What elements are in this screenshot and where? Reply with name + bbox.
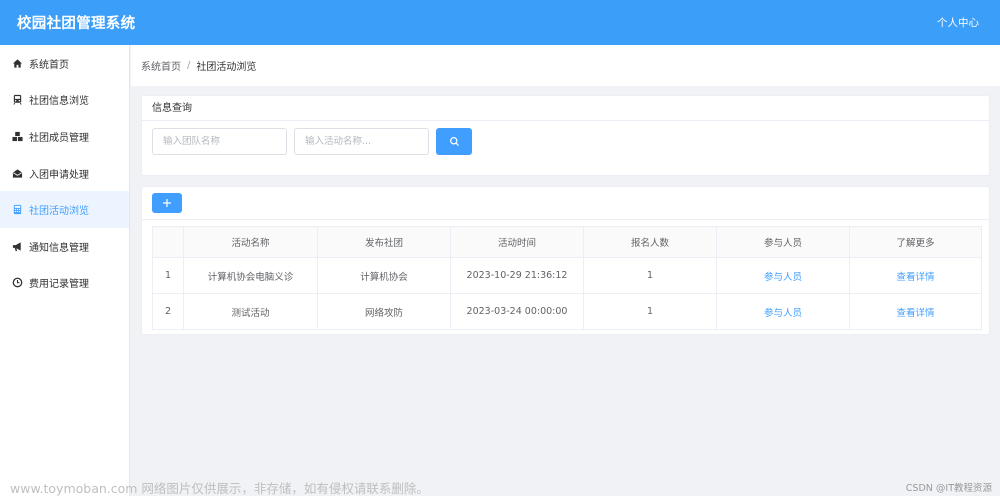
breadcrumb-current: 社团活动浏览 xyxy=(196,62,257,73)
cell-club: 网络攻防 xyxy=(317,293,451,330)
search-panel-title: 信息查询 xyxy=(142,96,989,121)
team-name-input[interactable] xyxy=(152,128,287,155)
sidebar-item-activities[interactable]: 社团活动浏览 xyxy=(0,191,129,228)
cell-activity-name: 测试活动 xyxy=(183,293,318,330)
col-header-activity-name: 活动名称 xyxy=(183,226,318,258)
sidebar: 系统首页 社团信息浏览 社团成员管理 入团申请处理 社团活动浏览 通知信息管理 xyxy=(0,45,130,496)
cell-time: 2023-10-29 21:36:12 xyxy=(450,257,584,294)
col-header-participants: 参与人员 xyxy=(716,226,850,258)
table-panel: 活动名称 发布社团 活动时间 报名人数 参与人员 了解更多 1 计算机协会电脑义… xyxy=(141,186,990,335)
breadcrumb-home[interactable]: 系统首页 xyxy=(141,58,181,73)
breadcrumb-separator: / xyxy=(187,60,191,71)
view-details-link[interactable]: 查看详情 xyxy=(896,308,934,319)
clock-icon xyxy=(12,277,23,288)
watermark-right: CSDN @IT教程资源 xyxy=(905,483,992,494)
breadcrumb: 系统首页 / 社团活动浏览 xyxy=(131,45,1000,86)
activity-name-input[interactable] xyxy=(294,128,429,155)
view-details-link[interactable]: 查看详情 xyxy=(896,272,934,283)
participants-link[interactable]: 参与人员 xyxy=(764,272,802,283)
sidebar-item-label: 系统首页 xyxy=(29,59,69,71)
search-button[interactable] xyxy=(436,128,472,155)
watermark-left: www.toymoban.com 网络图片仅供展示，非存储，如有侵权请联系删除。 xyxy=(10,481,429,496)
cubes-icon xyxy=(12,131,23,142)
sidebar-item-label: 社团活动浏览 xyxy=(29,206,89,218)
col-header-index xyxy=(152,226,184,258)
col-header-signup-count: 报名人数 xyxy=(583,226,717,258)
table-header-row: 活动名称 发布社团 活动时间 报名人数 参与人员 了解更多 xyxy=(152,226,982,258)
cell-index: 2 xyxy=(152,293,184,330)
sidebar-item-members[interactable]: 社团成员管理 xyxy=(0,118,129,155)
sidebar-item-label: 入团申请处理 xyxy=(29,169,89,181)
home-icon xyxy=(12,58,23,69)
sidebar-item-notices[interactable]: 通知信息管理 xyxy=(0,228,129,265)
col-header-time: 活动时间 xyxy=(450,226,584,258)
sidebar-item-label: 社团信息浏览 xyxy=(29,96,89,108)
cell-activity-name: 计算机协会电脑义诊 xyxy=(183,257,318,294)
bullhorn-icon xyxy=(12,241,23,252)
sidebar-item-home[interactable]: 系统首页 xyxy=(0,45,129,82)
sidebar-item-label: 社团成员管理 xyxy=(29,132,89,144)
participants-link[interactable]: 参与人员 xyxy=(764,308,802,319)
table-row: 1 计算机协会电脑义诊 计算机协会 2023-10-29 21:36:12 1 … xyxy=(152,257,982,294)
sidebar-item-label: 费用记录管理 xyxy=(29,279,89,291)
cell-index: 1 xyxy=(152,257,184,294)
plus-icon xyxy=(163,199,171,207)
sidebar-item-expenses[interactable]: 费用记录管理 xyxy=(0,265,129,302)
cell-signup-count: 1 xyxy=(583,293,717,330)
search-row xyxy=(142,121,989,155)
table-toolbar xyxy=(142,187,989,220)
sidebar-item-applications[interactable]: 入团申请处理 xyxy=(0,155,129,192)
table-row: 2 测试活动 网络攻防 2023-03-24 00:00:00 1 参与人员 查… xyxy=(152,293,982,330)
app-title: 校园社团管理系统 xyxy=(17,16,136,32)
cell-signup-count: 1 xyxy=(583,257,717,294)
cell-time: 2023-03-24 00:00:00 xyxy=(450,293,584,330)
user-center-link[interactable]: 个人中心 xyxy=(937,15,979,30)
sidebar-item-club-info[interactable]: 社团信息浏览 xyxy=(0,82,129,119)
add-button[interactable] xyxy=(152,193,182,213)
col-header-details: 了解更多 xyxy=(849,226,982,258)
sidebar-item-label: 通知信息管理 xyxy=(29,242,89,254)
train-icon xyxy=(12,94,23,106)
col-header-club: 发布社团 xyxy=(317,226,451,258)
cell-club: 计算机协会 xyxy=(317,257,451,294)
app-header: 校园社团管理系统 个人中心 xyxy=(0,0,1000,45)
activity-table: 活动名称 发布社团 活动时间 报名人数 参与人员 了解更多 1 计算机协会电脑义… xyxy=(152,226,982,330)
search-panel: 信息查询 xyxy=(141,95,990,176)
calculator-icon xyxy=(12,204,23,215)
search-icon xyxy=(449,137,459,147)
envelope-open-icon xyxy=(12,168,23,179)
